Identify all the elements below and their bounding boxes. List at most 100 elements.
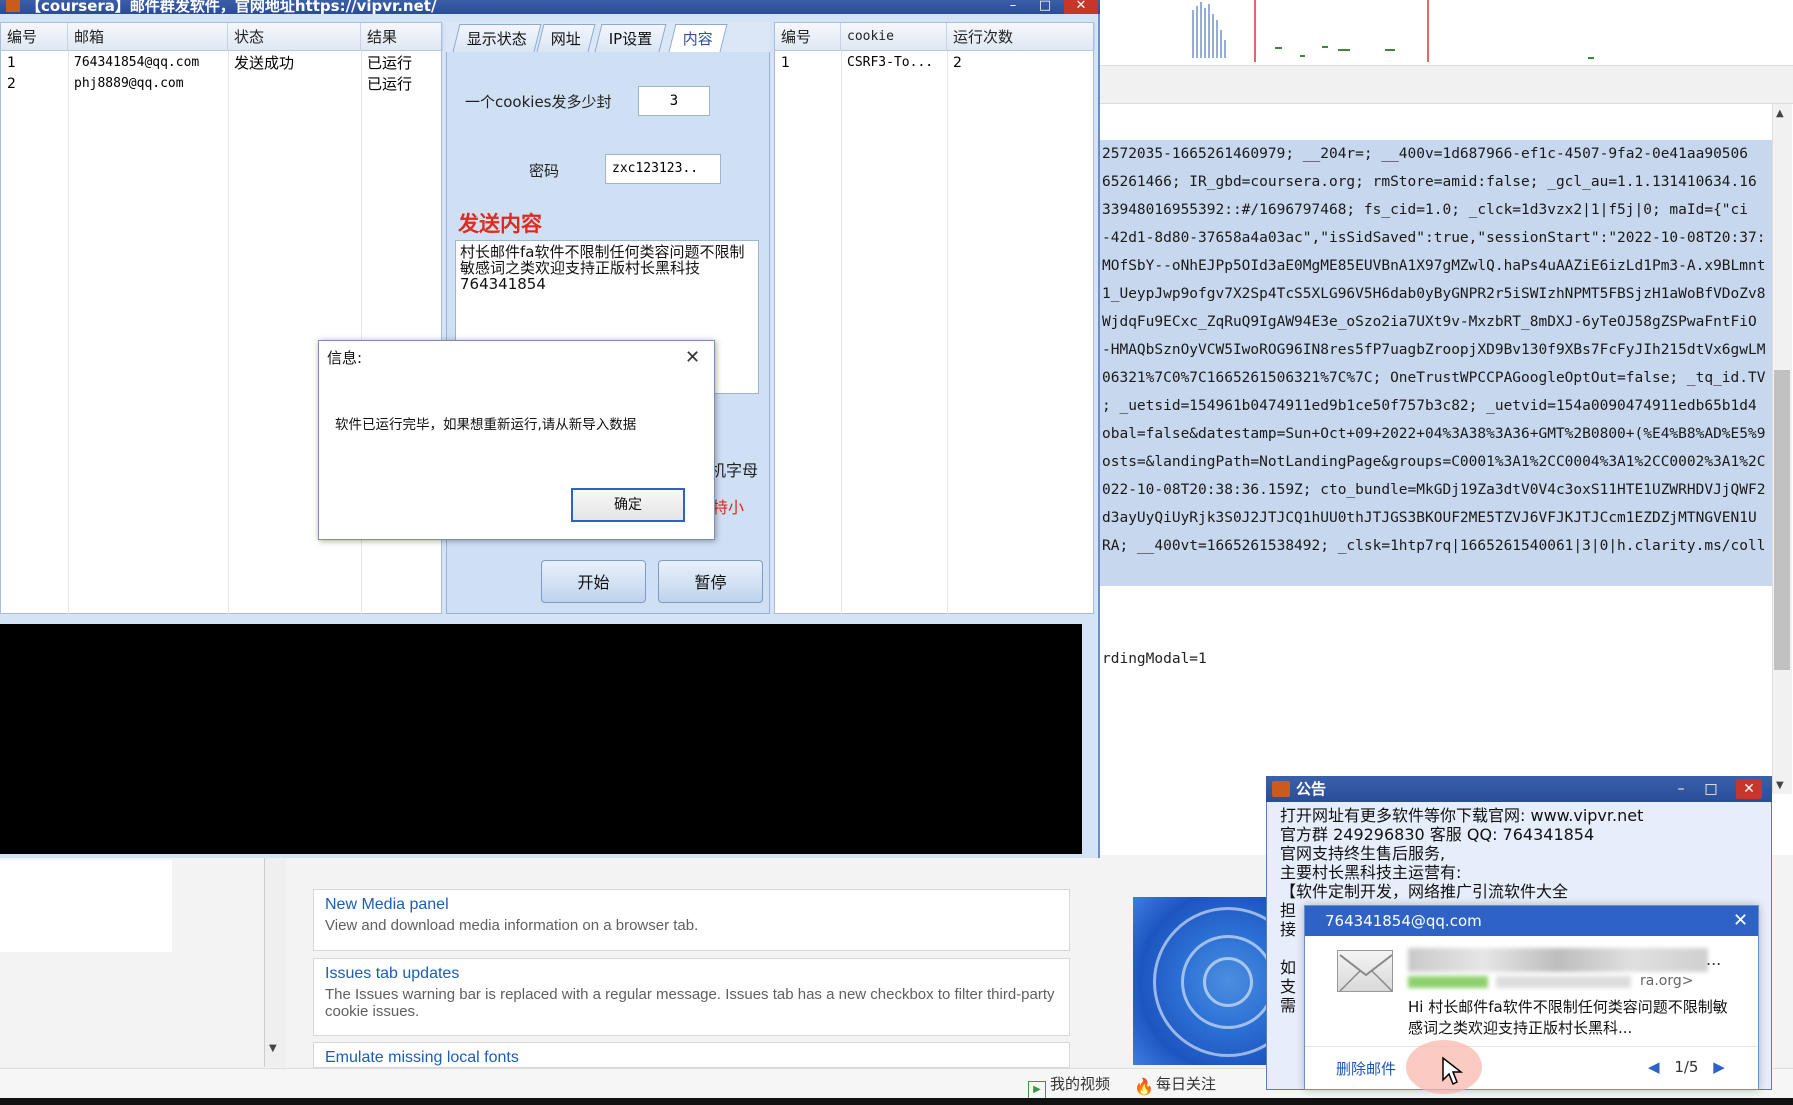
column-header-result[interactable]: 结果 xyxy=(361,23,443,51)
column-header-email[interactable]: 邮箱 xyxy=(68,23,228,51)
cell-result[interactable]: 已运行 xyxy=(361,53,412,73)
cookie-line: d3ayUyQiUyRjk3S0J2JTJCQ1hUU0thJTJGS3BKOU… xyxy=(1102,510,1757,526)
announcement-line: 【软件定制开发，网络推广引流软件大全 xyxy=(1280,882,1569,901)
panel-description: The Issues warning bar is replaced with … xyxy=(325,986,1055,1020)
dialog-close-icon[interactable]: ✕ xyxy=(685,347,700,368)
panel-card-issues[interactable]: Issues tab updates The Issues warning ba… xyxy=(313,958,1070,1036)
mail-preview[interactable]: Hi 村长邮件fa软件不限制任何类容问题不限制敏感词之类欢迎支持正版村长黑科..… xyxy=(1408,997,1738,1039)
pause-button[interactable]: 暂停 xyxy=(658,560,763,603)
dialog-title: 信息: xyxy=(327,349,363,367)
announcement-line: 支 xyxy=(1280,977,1297,996)
tab-content[interactable]: 内容 xyxy=(668,24,728,52)
send-content-text: 村长邮件fa软件不限制任何类容问题不限制敏感词之类欢迎支持正版村长黑科技 764… xyxy=(460,243,745,293)
password-input[interactable]: zxc123123.. xyxy=(605,154,721,184)
panel-card-media[interactable]: New Media panel View and download media … xyxy=(313,889,1070,951)
info-dialog: 信息: ✕ 软件已运行完毕，如果想重新运行,请从新导入数据 确定 xyxy=(318,340,715,540)
announcement-title: 公告 xyxy=(1266,776,1772,802)
chevron-left-icon[interactable]: ◀ xyxy=(1648,1058,1660,1076)
partial-label: 特小 xyxy=(712,498,745,517)
ok-button[interactable]: 确定 xyxy=(571,488,685,522)
panel-title[interactable]: New Media panel xyxy=(325,896,1058,914)
envelope-icon-svg xyxy=(1339,954,1393,992)
cookie-line: ; _uetsid=154961b0474911ed9b1ce50f757b3c… xyxy=(1102,398,1757,414)
app-logo-icon xyxy=(6,0,20,12)
panel-description: View and download media information on a… xyxy=(325,917,699,934)
scroll-down-icon[interactable]: ▼ xyxy=(1776,780,1784,791)
blurred-subject xyxy=(1408,948,1708,972)
cookie-line: RA; __400vt=1665261538492; _clsk=1htp7rq… xyxy=(1102,538,1766,554)
cookie-line: obal=false&datestamp=Sun+Oct+09+2022+04%… xyxy=(1102,426,1766,442)
mouse-cursor-icon xyxy=(1441,1056,1464,1092)
devtools-toolbar xyxy=(1100,66,1793,104)
promo-image xyxy=(1133,897,1270,1065)
panel-title[interactable]: Issues tab updates xyxy=(325,965,1058,983)
performance-chart xyxy=(1192,0,1594,62)
cookie-line: -42d1-8d80-37658a4a03ac","isSidSaved":tr… xyxy=(1102,230,1766,246)
devtools-left-pane xyxy=(0,860,172,952)
pane-scrollbar[interactable]: ▼ xyxy=(264,855,286,1067)
cookie-line: 65261466; IR_gbd=coursera.org; rmStore=a… xyxy=(1102,174,1757,190)
column-header-id[interactable]: 编号 xyxy=(1,23,68,51)
cookie-line: 2572035-1665261460979; __204r=; __400v=1… xyxy=(1102,146,1749,162)
cell-run-count[interactable]: 2 xyxy=(947,53,962,73)
tab-url[interactable]: 网址 xyxy=(536,24,596,52)
mail-subject-ellipsis: ... xyxy=(1706,950,1722,969)
cursor-arrow xyxy=(1442,1056,1464,1086)
pager-text: 1/5 xyxy=(1674,1058,1699,1076)
column-header-status[interactable]: 状态 xyxy=(228,23,361,51)
announcement-line: 官网支持终生售后服务, xyxy=(1280,844,1446,863)
announcement-line: 接 xyxy=(1280,920,1297,939)
column-header-id[interactable]: 编号 xyxy=(775,23,841,51)
cookie-line: MOfSbY--oNhEJPp5OId3aE0MgME85EUVBnA1X97g… xyxy=(1102,258,1766,274)
cell-email[interactable]: 764341854@qq.com xyxy=(68,53,199,73)
daily-follow-label: 每日关注 xyxy=(1156,1075,1217,1093)
password-label: 密码 xyxy=(529,162,560,180)
minimize-button[interactable]: – xyxy=(1668,779,1694,799)
cell-email[interactable]: phj8889@qq.com xyxy=(68,74,184,94)
mail-address-suffix: ra.org> xyxy=(1640,973,1694,989)
delete-mail-link[interactable]: 删除邮件 xyxy=(1336,1058,1396,1079)
cookie-trailing-text: rdingModal=1 xyxy=(1102,651,1207,667)
close-button[interactable]: ✕ xyxy=(1736,779,1762,799)
announcement-line: 担 xyxy=(1280,901,1297,920)
scroll-up-icon[interactable]: ▲ xyxy=(1776,108,1784,119)
blurred-sender xyxy=(1496,976,1631,988)
column-header-cookie[interactable]: cookie xyxy=(841,23,947,51)
cell-status[interactable]: 发送成功 xyxy=(228,53,294,73)
maximize-button[interactable]: □ xyxy=(1030,0,1060,14)
panel-card-fonts[interactable]: Emulate missing local fonts xyxy=(313,1042,1070,1068)
mail-pager[interactable]: ◀ 1/5 ▶ xyxy=(1648,1058,1725,1076)
cookie-table: 编号 cookie 运行次数 1 CSRF3-To... 2 xyxy=(774,22,1095,615)
close-button[interactable]: ✕ xyxy=(1064,0,1098,14)
notification-close-icon[interactable]: ✕ xyxy=(1733,910,1748,931)
tab-ip-settings[interactable]: IP设置 xyxy=(594,24,667,52)
my-videos-button[interactable]: ▶ 我的视频 xyxy=(1028,1073,1110,1099)
app-title-bar: 【coursera】邮件群发软件，官网地址https://vipvr.net/ xyxy=(0,0,1100,14)
maximize-button[interactable]: □ xyxy=(1698,779,1724,799)
announcement-line: 如 xyxy=(1280,958,1297,977)
cookie-line: osts=&landingPath=NotLandingPage&groups=… xyxy=(1102,454,1766,470)
cell-status[interactable] xyxy=(228,74,234,94)
cell-id[interactable]: 1 xyxy=(1,53,16,73)
cell-cookie[interactable]: CSRF3-To... xyxy=(841,53,933,73)
start-button[interactable]: 开始 xyxy=(541,560,646,603)
announcement-line: 打开网址有更多软件等你下载官网: www.vipvr.net xyxy=(1280,806,1644,825)
cell-id[interactable]: 1 xyxy=(775,53,790,73)
table-header: 编号 邮箱 状态 结果 xyxy=(1,23,443,51)
cell-id[interactable]: 2 xyxy=(1,74,16,94)
chevron-right-icon[interactable]: ▶ xyxy=(1713,1058,1725,1076)
daily-follow-button[interactable]: 🔥 每日关注 xyxy=(1134,1073,1217,1096)
cookie-count-input[interactable]: 3 xyxy=(638,86,710,116)
mail-sender: 764341854@qq.com xyxy=(1305,906,1758,936)
play-icon: ▶ xyxy=(1028,1081,1046,1099)
column-header-run-count[interactable]: 运行次数 xyxy=(947,23,1095,51)
scrollbar-thumb[interactable] xyxy=(1774,370,1790,670)
cookie-line: WjdqFu9ECxc_ZqRuQ9IgAW94E3e_oSzo2ia7UXt9… xyxy=(1102,314,1757,330)
cell-result[interactable]: 已运行 xyxy=(361,74,412,94)
panel-title[interactable]: Emulate missing local fonts xyxy=(325,1049,1058,1067)
minimize-button[interactable]: – xyxy=(998,0,1028,14)
blurred-sender xyxy=(1408,976,1488,988)
tab-display-status[interactable]: 显示状态 xyxy=(452,24,542,52)
partial-label: 机字母 xyxy=(710,461,759,480)
scroll-down-icon[interactable]: ▼ xyxy=(269,1043,277,1054)
